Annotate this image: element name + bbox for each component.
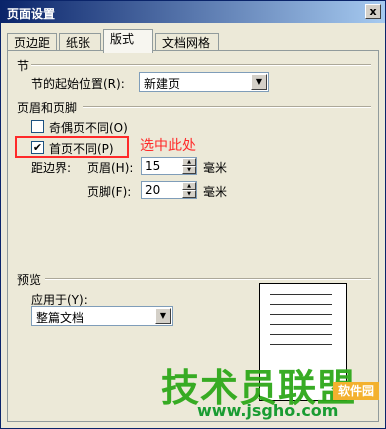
section-start-label: 节的起始位置(R): <box>31 77 125 91</box>
spin-up-icon[interactable]: ▲ <box>182 158 196 166</box>
site-watermark-badge: 软件园 <box>333 382 379 400</box>
preview-line <box>270 344 332 345</box>
apply-to-select[interactable]: 整篇文档 ▼ <box>31 306 173 326</box>
tab-layout[interactable]: 版式 <box>103 29 153 53</box>
preview-line <box>270 294 332 295</box>
distance-label: 距边界: <box>31 161 72 175</box>
footer-distance-value: 20 <box>145 183 161 197</box>
section-start-select[interactable]: 新建页 ▼ <box>139 72 269 92</box>
footer-unit: 毫米 <box>203 185 228 199</box>
dialog-titlebar: 页面设置 x <box>1 1 385 23</box>
preview-line <box>270 334 332 335</box>
page-setup-dialog: 页面设置 x 页边距 纸张 版式 文档网格 节 节的起始位置(R): 新建页 ▼… <box>0 0 386 429</box>
preview-line <box>270 304 332 305</box>
preview-divider <box>45 278 371 280</box>
header-unit: 毫米 <box>203 161 228 175</box>
highlight-box <box>15 136 129 158</box>
spin-up-icon[interactable]: ▲ <box>182 182 196 190</box>
apply-to-value: 整篇文档 <box>36 311 85 325</box>
header-distance-spinner[interactable]: 15 ▲ ▼ <box>141 157 197 175</box>
odd-even-checkbox[interactable] <box>31 120 44 133</box>
spin-down-icon[interactable]: ▼ <box>182 190 196 198</box>
footer-distance-spinner[interactable]: 20 ▲ ▼ <box>141 181 197 199</box>
header-footer-group-title: 页眉和页脚 <box>17 101 78 115</box>
footer-distance-label: 页脚(F): <box>87 185 132 199</box>
section-start-value: 新建页 <box>144 77 181 91</box>
preview-line <box>270 324 332 325</box>
odd-even-label: 奇偶页不同(O) <box>49 121 128 135</box>
section-divider <box>31 64 371 66</box>
annotation-text: 选中此处 <box>140 138 196 154</box>
spin-down-icon[interactable]: ▼ <box>182 166 196 174</box>
header-distance-label: 页眉(H): <box>87 161 134 175</box>
header-footer-divider <box>83 106 371 108</box>
chevron-down-icon[interactable]: ▼ <box>251 74 267 90</box>
preview-line <box>270 314 332 315</box>
dialog-title: 页面设置 <box>7 7 56 21</box>
section-group-title: 节 <box>17 59 30 73</box>
close-icon[interactable]: x <box>365 4 381 19</box>
chevron-down-icon[interactable]: ▼ <box>155 308 171 324</box>
preview-group-title: 预览 <box>17 273 42 287</box>
site-watermark-url: www.jsgho.com <box>197 401 339 420</box>
header-distance-value: 15 <box>145 159 161 173</box>
